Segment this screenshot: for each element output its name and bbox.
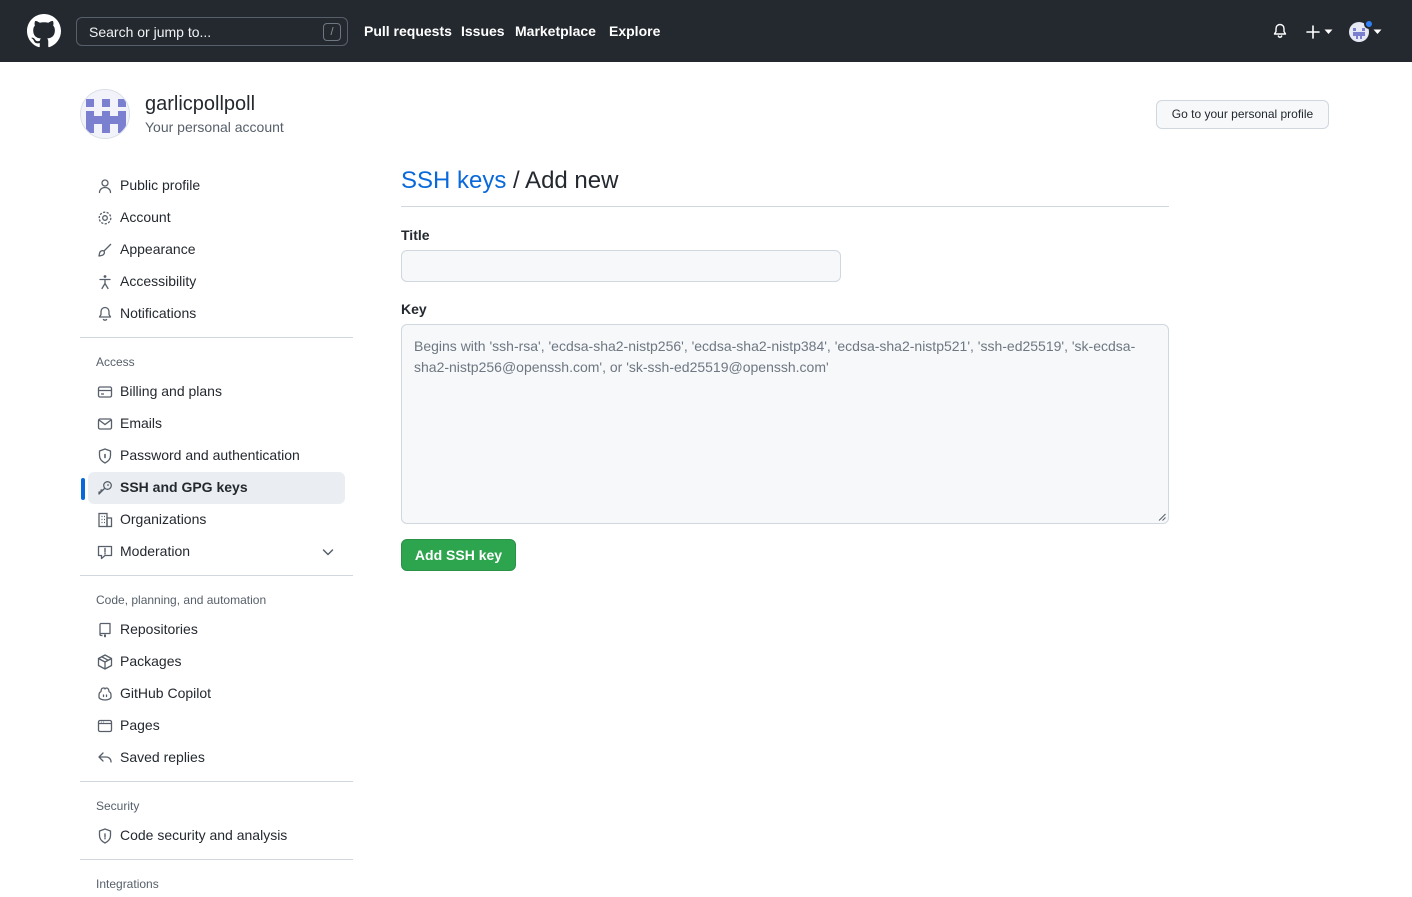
resize-handle-icon[interactable] [1158,513,1166,521]
sidebar-item-label: Password and authentication [120,447,300,463]
sidebar-item-label: GitHub Copilot [120,685,212,701]
nav-pull-requests[interactable]: Pull requests [364,23,452,39]
plus-icon[interactable] [1305,24,1321,40]
caret-down-icon[interactable] [1324,29,1333,35]
sidebar-item-label: Code security and analysis [120,827,288,843]
github-logo-icon[interactable] [27,14,61,48]
sidebar-item-label: Pages [120,717,160,733]
sidebar-item-label: Account [120,209,171,225]
sidebar-item-label: Billing and plans [120,383,222,399]
paintbrush-icon [98,243,112,257]
sidebar-item-password-authentication[interactable]: Password and authentication [88,440,345,472]
key-icon [98,481,112,495]
sidebar-heading-security: Security [96,799,140,813]
sidebar-item-label: Emails [120,415,163,431]
repo-icon [99,622,111,638]
title-divider [401,206,1169,207]
nav-marketplace[interactable]: Marketplace [515,23,596,39]
sidebar-item-public-profile[interactable]: Public profile [88,170,345,202]
sidebar-item-code-security[interactable]: Code security and analysis [88,820,345,852]
title-input[interactable] [401,250,841,282]
sidebar-item-moderation[interactable]: Moderation [88,536,345,568]
sidebar-item-organizations[interactable]: Organizations [88,504,345,536]
bell-icon [98,306,112,321]
report-icon [97,545,113,560]
shield-lock-icon [98,448,112,464]
sidebar-item-notifications[interactable]: Notifications [88,298,345,330]
gear-icon [98,211,112,225]
sidebar-item-emails[interactable]: Emails [88,408,345,440]
sidebar-item-billing[interactable]: Billing and plans [88,376,345,408]
go-to-profile-button[interactable]: Go to your personal profile [1156,100,1329,129]
sidebar-item-account[interactable]: Account [88,202,345,234]
sidebar-heading-code-planning: Code, planning, and automation [96,593,267,607]
sidebar-divider [80,337,353,338]
sidebar-item-saved-replies[interactable]: Saved replies [88,742,345,774]
search-placeholder: Search or jump to... [89,24,212,40]
sidebar-heading-access: Access [96,355,135,369]
reply-icon [98,752,112,763]
breadcrumb-current: / Add new [506,167,619,194]
sidebar-divider [80,859,353,860]
organization-icon [98,512,113,528]
active-indicator [81,478,85,500]
package-icon [97,654,113,670]
sidebar-item-accessibility[interactable]: Accessibility [88,266,345,298]
key-label: Key [401,301,427,317]
nav-explore[interactable]: Explore [609,23,660,39]
breadcrumb-ssh-keys-link[interactable]: SSH keys [401,167,506,194]
sidebar-item-label: Accessibility [120,273,197,289]
sidebar-item-label: Repositories [120,621,198,637]
sidebar-item-label: Moderation [120,543,191,559]
copilot-icon [98,687,112,701]
person-icon [98,179,112,194]
mail-icon [97,418,113,430]
sidebar-item-packages[interactable]: Packages [88,646,345,678]
sidebar-heading-integrations: Integrations [96,877,159,891]
sidebar-item-label: Saved replies [120,749,205,765]
key-textarea[interactable]: Begins with 'ssh-rsa', 'ecdsa-sha2-nistp… [401,324,1169,524]
profile-avatar [80,89,130,139]
search-input[interactable]: Search or jump to... / [76,17,348,46]
sidebar-item-appearance[interactable]: Appearance [88,234,345,266]
sidebar-item-label: Appearance [120,241,196,257]
notification-dot-icon [1364,19,1374,29]
account-subtitle: Your personal account [145,119,284,135]
accessibility-icon [99,275,111,290]
nav-issues[interactable]: Issues [461,23,505,39]
account-username[interactable]: garlicpollpoll [145,93,255,116]
sidebar-item-label: Packages [120,653,182,669]
title-label: Title [401,227,430,243]
bell-icon[interactable] [1272,23,1288,39]
top-header: Search or jump to... / Pull requests Iss… [0,0,1412,62]
key-placeholder: Begins with 'ssh-rsa', 'ecdsa-sha2-nistp… [414,338,1136,375]
sidebar-item-ssh-gpg-keys[interactable]: SSH and GPG keys [88,472,345,504]
caret-down-icon[interactable] [1373,29,1382,35]
credit-card-icon [97,386,113,398]
browser-icon [97,719,113,733]
sidebar-item-label: Public profile [120,177,201,193]
sidebar-item-repositories[interactable]: Repositories [88,614,345,646]
sidebar-item-pages[interactable]: Pages [88,710,345,742]
chevron-down-icon[interactable] [320,544,336,560]
sidebar-item-label: SSH and GPG keys [120,479,248,495]
sidebar-divider [80,781,353,782]
add-ssh-key-button[interactable]: Add SSH key [401,539,516,571]
slash-shortcut-badge: / [323,23,341,41]
sidebar-item-label: Notifications [120,305,197,321]
page-title: SSH keys / Add new [401,167,618,195]
sidebar-divider [80,575,353,576]
sidebar-item-label: Organizations [120,511,207,527]
shield-icon [98,828,112,844]
sidebar-item-github-copilot[interactable]: GitHub Copilot [88,678,345,710]
